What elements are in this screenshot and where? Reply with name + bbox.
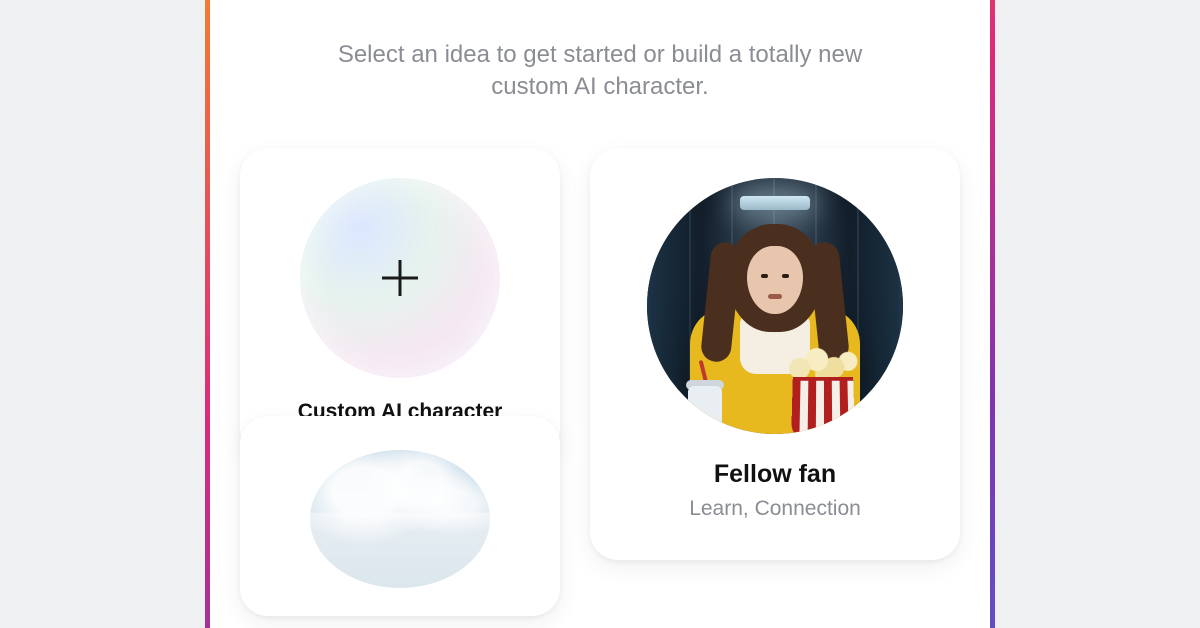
card-custom-ai-character[interactable]: Custom AI character xyxy=(240,148,560,458)
card-template-partial[interactable] xyxy=(240,416,560,616)
fellow-fan-subtitle: Learn, Connection xyxy=(689,497,861,521)
card-fellow-fan[interactable]: Fellow fan Learn, Connection xyxy=(590,148,960,560)
fellow-fan-title: Fellow fan xyxy=(714,460,836,489)
plus-icon xyxy=(382,260,418,296)
custom-card-circle xyxy=(300,178,500,378)
card-grid: Custom AI character xyxy=(210,148,990,616)
header: Create an AI character xyxy=(210,0,990,5)
phone-screen: Create an AI character Select an idea to… xyxy=(210,0,990,628)
phone-gradient-frame: Create an AI character Select an idea to… xyxy=(205,0,995,628)
left-column: Custom AI character xyxy=(240,148,560,616)
fellow-fan-avatar xyxy=(647,178,903,434)
page-subtitle: Select an idea to get started or build a… xyxy=(320,39,880,104)
template-avatar-sky xyxy=(310,450,490,588)
